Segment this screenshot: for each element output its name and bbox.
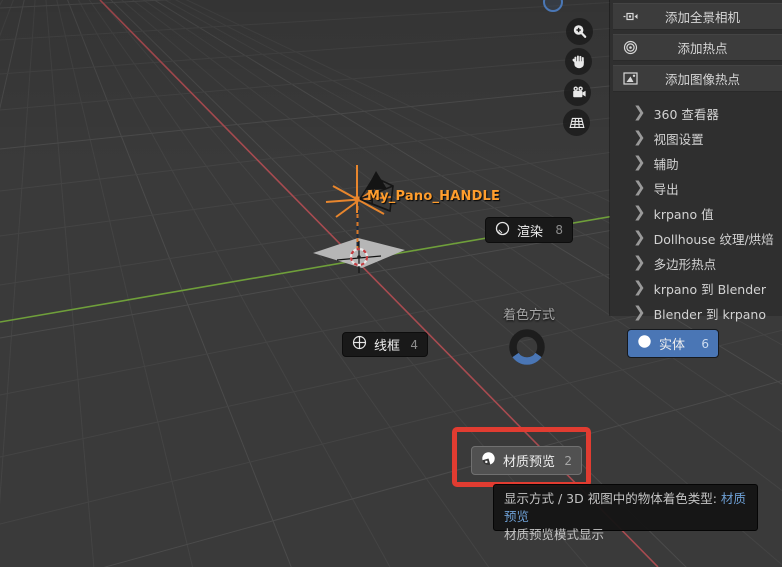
section-polygon-hotspot[interactable]: ❯ 多边形热点 (610, 251, 782, 276)
image-hotspot-icon (622, 70, 639, 87)
pie-item-render[interactable]: 渲染 8 (485, 217, 573, 243)
sidebar-sections: ❯ 360 查看器 ❯ 视图设置 ❯ 辅助 ❯ 导出 ❯ krpano 值 ❯ … (610, 101, 782, 326)
pan-button[interactable] (565, 48, 592, 75)
pie-direction-arc (512, 352, 542, 365)
chevron-right-icon: ❯ (633, 128, 646, 146)
pan-hand-icon (570, 53, 588, 71)
section-assist[interactable]: ❯ 辅助 (610, 151, 782, 176)
krpano-sidebar-panel: 添加全景相机 添加热点 添加图像热点 ❯ 360 查看器 ❯ 视图设置 ❯ 辅助… (610, 0, 782, 322)
shortcut-key: 2 (564, 453, 572, 468)
shortcut-key: 8 (555, 223, 563, 237)
pie-item-wireframe[interactable]: 线框 4 (342, 332, 428, 357)
section-krpano-values[interactable]: ❯ krpano 值 (610, 201, 782, 226)
wireframe-sphere-icon (352, 335, 367, 354)
pano-camera-icon (622, 8, 639, 25)
shortcut-key: 6 (701, 336, 709, 351)
pie-item-material-preview[interactable]: 材质预览 2 (471, 446, 582, 475)
section-krpano-to-blender[interactable]: ❯ krpano 到 Blender (610, 276, 782, 301)
tooltip-line1: 显示方式 / 3D 视图中的物体着色类型: 材质预览 (504, 491, 746, 524)
chevron-right-icon: ❯ (633, 278, 646, 296)
add-hotspot-button[interactable]: 添加热点 (613, 34, 782, 61)
zoom-button[interactable] (566, 18, 593, 45)
pie-center-ring (509, 329, 545, 365)
camera-view-button[interactable] (564, 79, 591, 106)
chevron-right-icon: ❯ (633, 103, 646, 121)
section-blender-to-krpano[interactable]: ❯ Blender 到 krpano (610, 301, 782, 326)
tooltip: 显示方式 / 3D 视图中的物体着色类型: 材质预览 材质预览模式显示 (493, 484, 758, 542)
chevron-right-icon: ❯ (633, 153, 646, 171)
material-sphere-icon (481, 451, 496, 470)
tooltip-line2: 材质预览模式显示 (504, 527, 605, 542)
perspective-toggle-button[interactable] (563, 109, 590, 136)
object-name-label: My_Pano_HANDLE (367, 189, 501, 204)
perspective-grid-icon (568, 114, 586, 132)
chevron-right-icon: ❯ (633, 203, 646, 221)
solid-sphere-icon (637, 334, 652, 353)
empty-origin-dot (354, 196, 360, 202)
add-pano-camera-button[interactable]: 添加全景相机 (613, 3, 782, 30)
chevron-right-icon: ❯ (633, 178, 646, 196)
pie-item-solid[interactable]: 实体 6 (627, 329, 719, 358)
camera-view-icon (569, 84, 587, 102)
zoom-icon (571, 23, 589, 41)
chevron-right-icon: ❯ (633, 303, 646, 321)
shortcut-key: 4 (410, 337, 418, 352)
section-dollhouse-bake[interactable]: ❯ Dollhouse 纹理/烘焙 (610, 226, 782, 251)
add-image-hotspot-button[interactable]: 添加图像热点 (613, 65, 782, 92)
chevron-right-icon: ❯ (633, 253, 646, 271)
render-sphere-icon (495, 221, 510, 240)
section-view-settings[interactable]: ❯ 视图设置 (610, 126, 782, 151)
section-360-viewer[interactable]: ❯ 360 查看器 (610, 101, 782, 126)
chevron-right-icon: ❯ (633, 228, 646, 246)
section-export[interactable]: ❯ 导出 (610, 176, 782, 201)
camera-up-triangle (366, 171, 387, 190)
pie-menu-title: 着色方式 (503, 308, 556, 323)
hotspot-rings-icon (622, 39, 639, 56)
